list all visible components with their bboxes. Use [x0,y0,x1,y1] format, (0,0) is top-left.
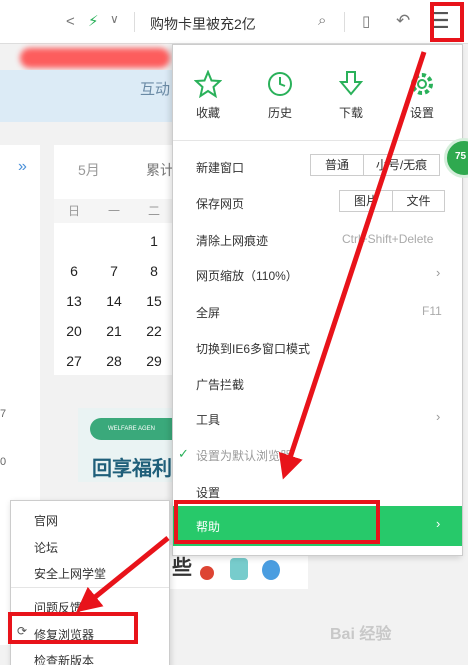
menu-clear-history[interactable]: 清除上网痕迹 [196,232,268,249]
menu-downloads-label: 下载 [338,106,363,120]
calendar-day[interactable]: 6 [54,263,94,279]
double-chevron-icon[interactable]: » [18,158,27,176]
calendar-week: 6 7 8 [54,256,174,286]
menu-settings[interactable]: 设置 [196,484,220,501]
menu-zoom[interactable]: 网页缩放（110%） [196,267,298,284]
calendar-dow-row: 日 一 二 [54,196,174,226]
save-page-options: 图片 文件 [339,190,445,212]
chevron-right-icon: › [436,516,441,531]
calendar-day[interactable]: 29 [134,353,174,369]
calendar-week: 13 14 15 [54,286,174,316]
share-icon[interactable]: < [66,13,75,30]
calendar-week: 20 21 22 [54,316,174,346]
redacted-bookmarks [20,48,170,68]
calendar-day[interactable]: 21 [94,323,134,339]
calendar-day[interactable]: 27 [54,353,94,369]
lightning-icon[interactable]: ⚡ [88,12,99,30]
product-fruit [200,566,214,580]
menu-favorites-label: 收藏 [195,106,220,120]
product-item [262,560,280,580]
save-as-image-button[interactable]: 图片 [340,191,392,211]
calendar-day[interactable]: 20 [54,323,94,339]
menu-settings-quick[interactable]: 设置 [392,70,452,121]
calendar-dow: 日 [54,199,94,223]
side-number: 7 [0,408,7,420]
new-window-incognito-button[interactable]: 小号/无痕 [363,155,439,175]
browser-toolbar: < ⚡ ∨ 购物卡里被充2亿 ⌕ ▯ ↶ ☰ [0,0,468,44]
speed-ball-value: 75 [455,151,467,162]
menu-divider [173,140,462,141]
calendar-grid: 日 一 二 1 6 7 8 13 14 15 20 21 22 27 28 29 [54,196,174,376]
search-icon[interactable]: ⌕ [318,12,326,29]
submenu-official-site[interactable]: 官网 [34,512,58,529]
calendar-day[interactable]: 13 [54,293,94,309]
calendar-day[interactable]: 15 [134,293,174,309]
welfare-text[interactable]: 回享福利 [92,452,172,481]
gear-icon [411,73,433,95]
star-icon [194,70,222,98]
undo-icon[interactable]: ↶ [396,11,410,31]
menu-adblock[interactable]: 广告拦截 [196,376,244,393]
chevron-down-icon[interactable]: ∨ [110,12,119,26]
menu-default-browser[interactable]: 设置为默认浏览器 [196,447,292,464]
calendar-day[interactable]: 8 [134,263,174,279]
calendar-day[interactable]: 22 [134,323,174,339]
search-suggestion[interactable]: 购物卡里被充2亿 [150,14,256,34]
browser-window: < ⚡ ∨ 购物卡里被充2亿 ⌕ ▯ ↶ ☰ 互动 » 7 0 5月 累计 日 … [0,0,468,665]
calendar-day[interactable]: 7 [94,263,134,279]
calendar-week: 27 28 29 [54,346,174,376]
menu-downloads[interactable]: 下载 [321,70,381,121]
baidu-watermark: Bai 经验 [330,626,392,643]
annotation-help-highlight [174,500,380,544]
calendar-month[interactable]: 5月 [78,160,100,180]
fullscreen-shortcut: F11 [422,304,442,318]
submenu-check-update[interactable]: 检查新版本 [34,652,94,665]
calendar-day[interactable]: 14 [94,293,134,309]
new-window-normal-button[interactable]: 普通 [311,155,363,175]
submenu-forum[interactable]: 论坛 [34,539,58,556]
calendar-dow: 二 [134,199,174,223]
menu-history-label: 历史 [267,106,292,120]
toolbar-divider [344,12,345,32]
submenu-safety-school[interactable]: 安全上网学堂 [34,565,106,582]
menu-ie6-mode[interactable]: 切换到IE6多窗口模式 [196,340,310,357]
toolbar-divider [134,12,135,32]
menu-history[interactable]: 历史 [250,70,310,121]
annotation-repair-highlight [8,612,138,644]
download-icon [338,71,364,96]
calendar-dow: 一 [94,199,134,223]
chevron-right-icon: › [436,265,441,280]
side-number: 0 [0,456,7,468]
menu-tools[interactable]: 工具 [196,411,220,428]
welfare-badge: WELFARE AGEN [90,418,174,440]
submenu-divider [11,587,169,588]
menu-fullscreen[interactable]: 全屏 [196,304,220,321]
phone-icon[interactable]: ▯ [362,12,370,30]
calendar-tab[interactable]: 累计 [146,160,174,180]
clear-history-shortcut: Ctrl+Shift+Delete [342,232,434,246]
menu-settings-quick-label: 设置 [409,106,434,120]
menu-new-window[interactable]: 新建窗口 [196,159,244,176]
menu-favorites[interactable]: 收藏 [178,70,238,121]
banner-text[interactable]: 互动 [140,78,170,99]
annotation-menu-highlight [430,2,464,42]
checkmark-icon: ✓ [178,446,189,461]
save-as-file-button[interactable]: 文件 [392,191,444,211]
calendar-day[interactable]: 28 [94,353,134,369]
calendar-week: 1 [54,226,174,256]
chevron-right-icon: › [436,409,441,424]
product-bottle [230,558,248,580]
new-window-options: 普通 小号/无痕 [310,154,440,176]
menu-save-page[interactable]: 保存网页 [196,195,244,212]
clock-icon [268,72,292,96]
calendar-day[interactable]: 1 [134,233,174,249]
